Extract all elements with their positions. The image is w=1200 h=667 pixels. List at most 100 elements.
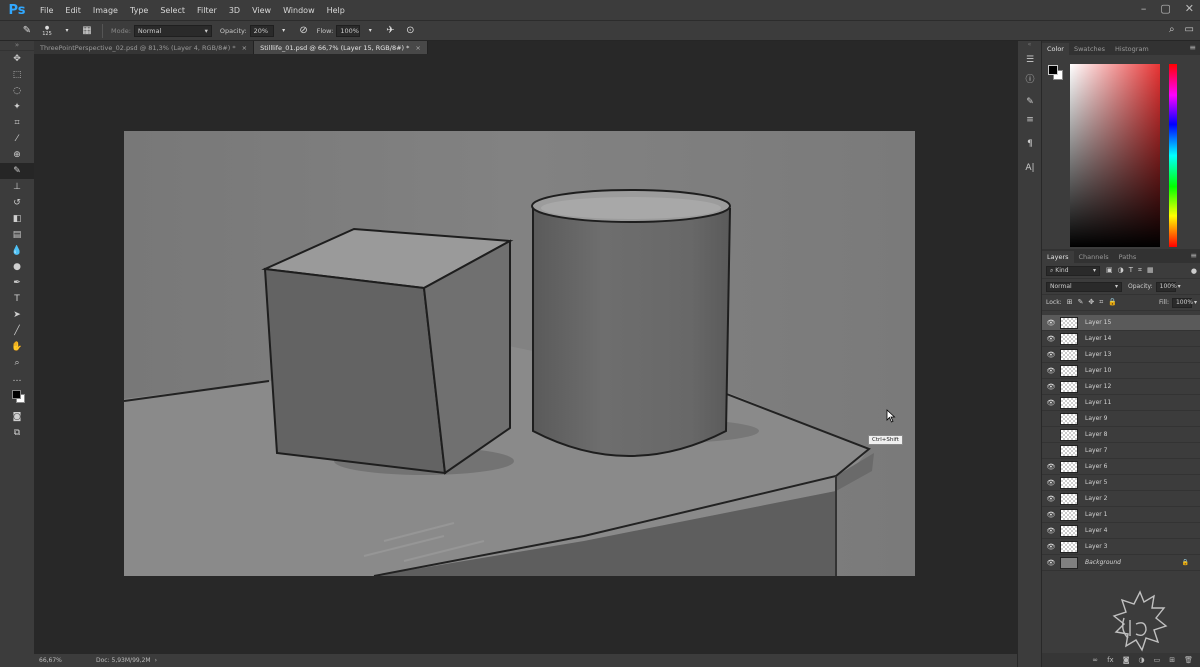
foreground-color-swatch[interactable] [12,390,21,399]
workspace-icon[interactable]: ▭ [1185,24,1194,35]
tab-threepointperspective[interactable]: ThreePointPerspective_02.psd @ 81,3% (La… [34,41,255,54]
close-window-icon[interactable]: ✕ [1185,2,1194,15]
tab-histogram[interactable]: Histogram [1110,43,1154,55]
hue-slider[interactable] [1169,64,1177,247]
layer-thumbnail[interactable] [1060,396,1078,409]
close-icon[interactable]: × [242,44,247,52]
panel-menu-icon[interactable]: ≡ [1190,251,1197,260]
quick-mask-icon[interactable]: ◙ [0,409,34,425]
tab-color[interactable]: Color [1042,43,1069,55]
layer-filter-icons[interactable]: ▣◑T⌗▦ [1106,266,1159,275]
adjustment-layer-icon[interactable]: ◑ [1139,656,1145,664]
brush-preset-picker[interactable]: ● 125 [40,24,54,38]
layer-row[interactable]: 👁 Background 🔒 [1042,555,1200,571]
dodge-tool-icon[interactable]: ● [0,259,34,275]
search-icon[interactable]: ⌕ [1169,24,1175,35]
visibility-eye-icon[interactable]: 👁 [1042,463,1060,471]
brush-presets-icon[interactable]: ✎ [1018,93,1042,111]
visibility-eye-icon[interactable]: 👁 [1042,447,1060,455]
visibility-eye-icon[interactable]: 👁 [1042,543,1060,551]
brush-panel-toggle-icon[interactable]: ▦ [80,24,94,38]
layer-row[interactable]: 👁 Layer 11 [1042,395,1200,411]
layer-name[interactable]: Layer 4 [1085,527,1107,534]
chevron-down-icon[interactable]: ▾ [1194,299,1197,306]
airbrush-icon[interactable]: ✈ [383,24,397,38]
fill-input[interactable]: 100% [1171,297,1193,308]
visibility-eye-icon[interactable]: 👁 [1042,367,1060,375]
layer-thumbnail[interactable] [1060,476,1078,489]
delete-layer-icon[interactable]: 🗑 [1184,656,1193,664]
layer-row[interactable]: 👁 Layer 15 [1042,315,1200,331]
layer-thumbnail[interactable] [1060,508,1078,521]
visibility-eye-icon[interactable]: 👁 [1042,527,1060,535]
gradient-tool-icon[interactable]: ▤ [0,227,34,243]
color-picker-field[interactable] [1070,64,1160,247]
layer-thumbnail[interactable] [1060,492,1078,505]
tab-paths[interactable]: Paths [1114,251,1142,263]
new-group-icon[interactable]: ▭ [1154,656,1161,664]
menu-window[interactable]: Help [321,6,351,15]
menu-edit[interactable]: Edit [59,6,87,15]
add-mask-icon[interactable]: ◙ [1123,656,1130,664]
layer-row[interactable]: 👁 Layer 7 [1042,443,1200,459]
visibility-eye-icon[interactable]: 👁 [1042,559,1060,567]
new-layer-icon[interactable]: ⊞ [1169,656,1175,664]
layer-name[interactable]: Layer 14 [1085,335,1111,342]
blur-tool-icon[interactable]: 💧 [0,243,34,259]
color-swatches[interactable] [0,387,34,409]
line-tool-icon[interactable]: ╱ [0,323,34,339]
layer-row[interactable]: 👁 Layer 5 [1042,475,1200,491]
magic-wand-tool-icon[interactable]: ✦ [0,99,34,115]
lasso-tool-icon[interactable]: ◌ [0,83,34,99]
layer-name[interactable]: Layer 6 [1085,463,1107,470]
layer-row[interactable]: 👁 Layer 6 [1042,459,1200,475]
pen-tool-icon[interactable]: ✒ [0,275,34,291]
blend-mode-select[interactable]: Normal ▾ [1046,281,1122,292]
menu-image[interactable]: Image [87,6,124,15]
layer-thumbnail[interactable] [1060,556,1078,569]
chevron-down-icon[interactable]: ▾ [60,24,74,38]
chevron-down-icon[interactable]: ▾ [363,24,377,38]
eyedropper-tool-icon[interactable]: ⁄ [0,131,34,147]
brush-tool-icon[interactable]: ✎ [20,24,34,38]
layer-row[interactable]: 👁 Layer 2 [1042,491,1200,507]
path-selection-tool-icon[interactable]: ➤ [0,307,34,323]
layer-name[interactable]: Layer 12 [1085,383,1111,390]
layer-row[interactable]: 👁 Layer 13 [1042,347,1200,363]
opacity-input[interactable]: 20% [249,24,274,37]
document-canvas[interactable] [124,131,915,576]
crop-tool-icon[interactable]: ⌗ [0,115,34,131]
layer-thumbnail[interactable] [1060,332,1078,345]
brush-tool-icon[interactable]: ✎ [0,163,34,179]
clone-stamp-tool-icon[interactable]: ⊥ [0,179,34,195]
info-panel-icon[interactable]: ⓘ [1018,69,1042,87]
layer-style-icon[interactable]: fx [1107,656,1114,664]
maximize-icon[interactable]: ▢ [1160,2,1170,15]
visibility-eye-icon[interactable]: 👁 [1042,383,1060,391]
menu-select[interactable]: Filter [191,6,223,15]
healing-brush-tool-icon[interactable]: ⊕ [0,147,34,163]
collapse-icon[interactable]: « [1018,41,1041,51]
layer-row[interactable]: 👁 Layer 14 [1042,331,1200,347]
layer-name[interactable]: Layer 11 [1085,399,1111,406]
menu-view[interactable]: Window [277,6,321,15]
move-tool-icon[interactable]: ✥ [0,51,34,67]
character-panel-icon[interactable]: A| [1018,159,1042,177]
history-panel-icon[interactable]: ☰ [1018,51,1042,69]
menu-3d[interactable]: View [246,6,277,15]
layer-name[interactable]: Background [1085,559,1121,566]
more-tools-icon[interactable]: … [0,371,34,387]
layer-thumbnail[interactable] [1060,460,1078,473]
layer-name[interactable]: Layer 2 [1085,495,1107,502]
layer-row[interactable]: 👁 Layer 12 [1042,379,1200,395]
visibility-eye-icon[interactable]: 👁 [1042,399,1060,407]
layer-row[interactable]: 👁 Layer 4 [1042,523,1200,539]
history-brush-tool-icon[interactable]: ↺ [0,195,34,211]
layer-row[interactable]: 👁 Layer 8 [1042,427,1200,443]
hand-tool-icon[interactable]: ✋ [0,339,34,355]
pressure-size-icon[interactable]: ⊙ [403,24,417,38]
layer-thumbnail[interactable] [1060,412,1078,425]
layer-thumbnail[interactable] [1060,428,1078,441]
layer-name[interactable]: Layer 7 [1085,447,1107,454]
visibility-eye-icon[interactable]: 👁 [1042,415,1060,423]
